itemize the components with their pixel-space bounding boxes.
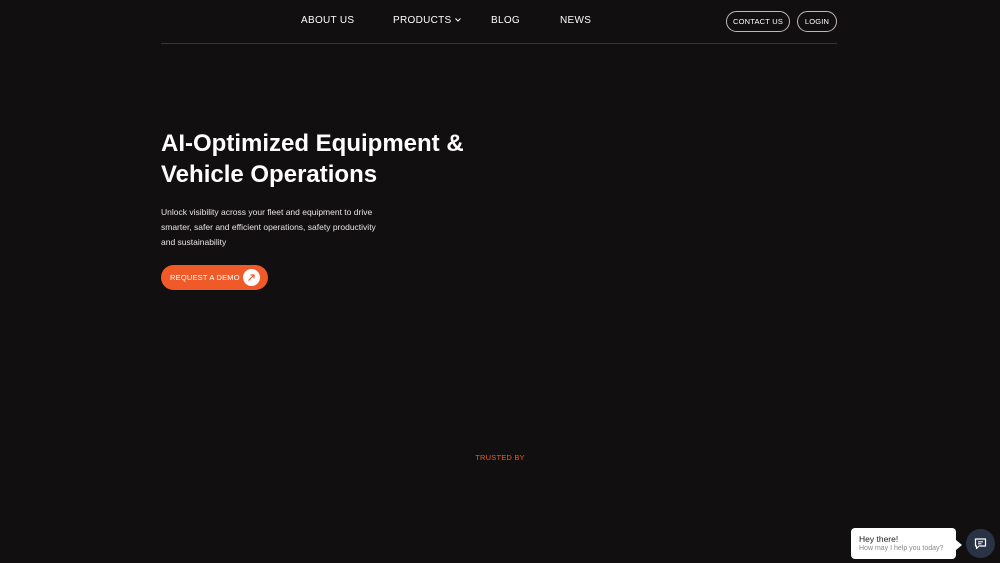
request-demo-button[interactable]: REQUEST A DEMO [161, 265, 268, 290]
hero-description: Unlock visibility across your fleet and … [161, 205, 401, 250]
hero-title-line-2: Vehicle Operations [161, 161, 378, 188]
nav-blog[interactable]: BLOG [491, 15, 520, 26]
site-header: ABOUT US PRODUCTS BLOG NEWS CONTACT US L… [161, 0, 837, 44]
chevron-down-icon[interactable] [454, 16, 462, 24]
chat-icon [974, 538, 987, 550]
nav-products[interactable]: PRODUCTS [393, 15, 452, 26]
hero-description-line-2: smarter, safer and efficient operations,… [161, 222, 376, 232]
hero-description-line-3: and sustainability [161, 237, 227, 247]
trusted-by-label: TRUSTED BY [475, 453, 525, 462]
hero-title: AI-Optimized Equipment & Vehicle Operati… [161, 128, 561, 190]
chat-greeting-title: Hey there! [859, 534, 899, 544]
request-demo-label: REQUEST A DEMO [170, 273, 240, 282]
chat-greeting-bubble[interactable]: Hey there! How may I help you today? [851, 528, 962, 559]
chat-greeting-subtitle: How may I help you today? [859, 545, 944, 552]
contact-us-button[interactable]: CONTACT US [726, 11, 790, 32]
hero-title-line-1: AI-Optimized Equipment & [161, 130, 464, 157]
chat-launcher-button[interactable] [966, 529, 995, 558]
nav-news[interactable]: NEWS [560, 15, 591, 26]
nav-about-us[interactable]: ABOUT US [301, 15, 354, 26]
arrow-up-right-icon [243, 269, 260, 286]
hero-description-line-1: Unlock visibility across your fleet and … [161, 207, 373, 217]
login-button[interactable]: LOGIN [797, 11, 837, 32]
